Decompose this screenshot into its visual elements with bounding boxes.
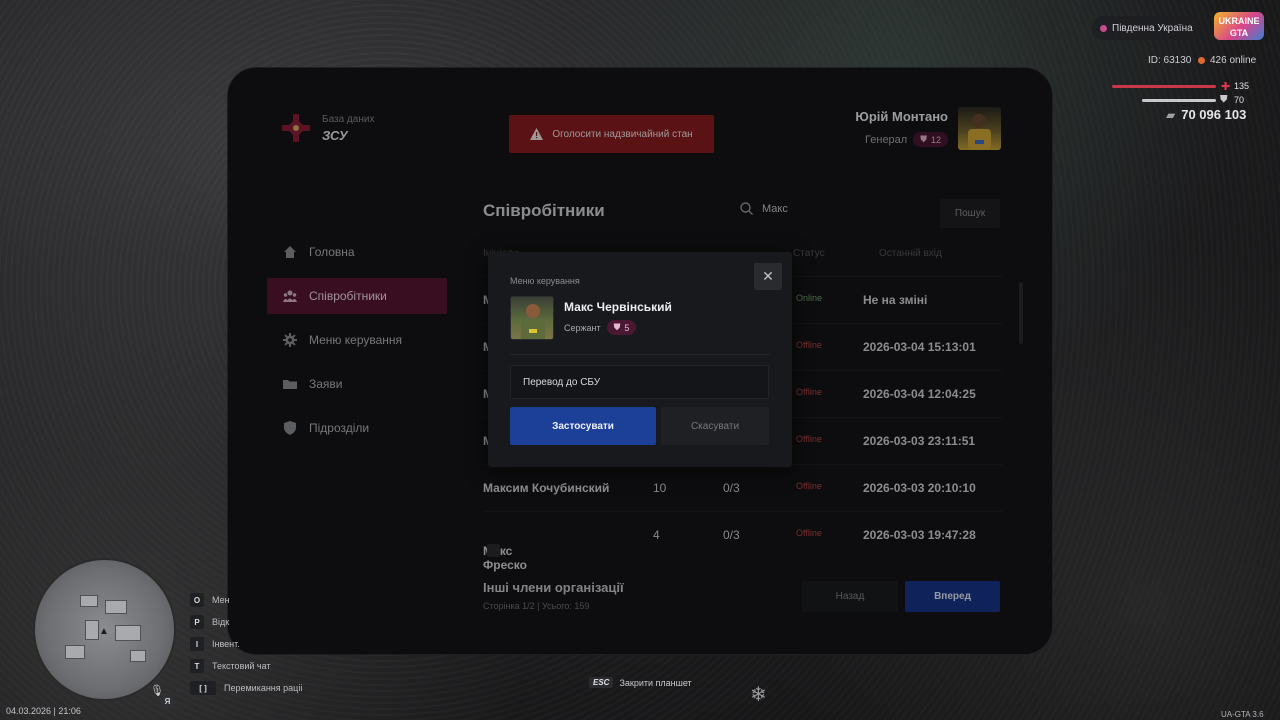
player-arrow-icon: ▲ bbox=[99, 626, 109, 637]
hotkey-row: [ ] Перемикання раціі bbox=[190, 677, 302, 699]
map-building bbox=[115, 625, 141, 641]
game-logo: UKRAINE GTA bbox=[1214, 12, 1264, 40]
hotkey-label: Перемикання раціі bbox=[224, 683, 303, 693]
hotkey-label: Текстовий чат bbox=[212, 661, 271, 671]
health-icon: ✚ bbox=[1221, 81, 1231, 93]
money-icon: ▰ bbox=[1166, 107, 1176, 122]
hotkey-row: T Текстовий чат bbox=[190, 655, 302, 677]
hotkey-key: T bbox=[190, 659, 204, 673]
divider bbox=[510, 354, 770, 355]
map-building bbox=[65, 645, 85, 659]
map-building bbox=[85, 620, 99, 640]
employee-rank: Сержант bbox=[564, 322, 601, 333]
apply-button[interactable]: Застосувати bbox=[510, 407, 656, 445]
close-icon: ✕ bbox=[762, 268, 774, 284]
control-modal: Меню керування ✕ Макс Червінський Сержан… bbox=[488, 252, 792, 467]
datetime: 04.03.2026 | 21:06 bbox=[6, 706, 81, 716]
online-dot-icon bbox=[1198, 57, 1205, 64]
hotkey-row: P Відк bbox=[190, 611, 302, 633]
employee-rank-row: Сержант ⛊ 5 bbox=[564, 320, 637, 335]
hotkey-label: Інвент. bbox=[212, 639, 240, 649]
money: ▰ 70 096 103 bbox=[1166, 107, 1246, 122]
armor-bar bbox=[1142, 99, 1216, 102]
server-name: Південна Україна bbox=[1112, 22, 1193, 34]
esc-label: Закрити планшет bbox=[619, 677, 692, 688]
map-building bbox=[80, 595, 98, 607]
health-value: 135 bbox=[1234, 81, 1250, 91]
online-text: 426 online bbox=[1210, 55, 1257, 66]
modal-title: Меню керування bbox=[510, 276, 580, 286]
health-bar bbox=[1112, 85, 1216, 88]
map-building bbox=[130, 650, 146, 662]
minimap: ▲ bbox=[33, 558, 176, 701]
hotkey-label: Відк bbox=[212, 617, 230, 627]
voice-key: Я bbox=[160, 694, 175, 709]
close-tablet-hint: ESC Закрити планшет bbox=[589, 677, 692, 688]
action-value: Перевод до СБУ bbox=[523, 376, 601, 388]
online-count: 426 online bbox=[1198, 55, 1256, 66]
version: UA-GTA 3.6 bbox=[1221, 710, 1264, 719]
armor-icon: ⛊ bbox=[1220, 94, 1228, 105]
hotkey-key: O bbox=[190, 593, 204, 607]
employee-avatar bbox=[510, 296, 554, 340]
hotkey-key: [ ] bbox=[190, 681, 216, 695]
employee-level: 5 bbox=[624, 322, 630, 333]
hotkey-label: Мен bbox=[212, 595, 230, 605]
armor-value: 70 bbox=[1234, 95, 1245, 105]
server-badge: Південна Україна bbox=[1092, 16, 1202, 40]
cancel-button[interactable]: Скасувати bbox=[661, 407, 769, 445]
snowflake-icon: ❄ bbox=[750, 684, 767, 706]
hotkey-list: O Мен P Відк I Інвент. T Текстовий чат [ ] Пе… bbox=[190, 589, 302, 699]
esc-key: ESC bbox=[589, 677, 614, 688]
rank-shield-icon: ⛊ bbox=[613, 322, 621, 332]
location-icon bbox=[1100, 24, 1107, 32]
employee-level-badge: ⛊ 5 bbox=[606, 320, 637, 335]
hotkey-key: I bbox=[190, 637, 204, 651]
hotkey-key: P bbox=[190, 615, 204, 629]
map-building bbox=[105, 600, 127, 614]
action-select[interactable]: Перевод до СБУ bbox=[510, 365, 769, 399]
money-value: 70 096 103 bbox=[1181, 107, 1247, 122]
player-id: ID: 63130 bbox=[1148, 55, 1192, 66]
hotkey-row: O Мен bbox=[190, 589, 302, 611]
employee-name: Макс Червінський bbox=[564, 300, 672, 314]
close-button[interactable]: ✕ bbox=[754, 263, 782, 290]
avatar-figure-icon bbox=[521, 304, 545, 339]
hotkey-row: I Інвент. bbox=[190, 633, 302, 655]
